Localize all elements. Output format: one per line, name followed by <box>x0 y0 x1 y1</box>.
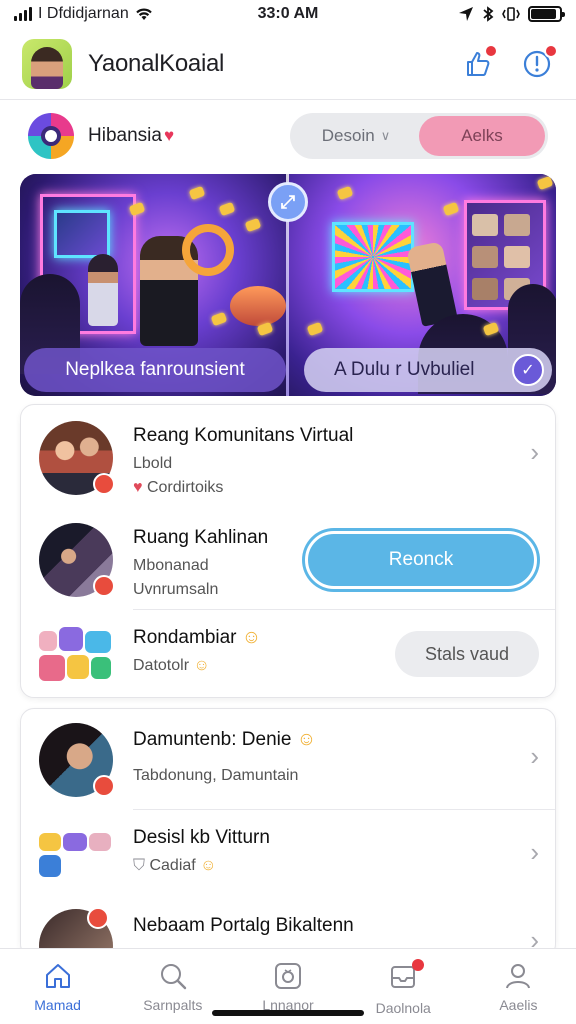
inbox-badge <box>412 959 425 971</box>
swap-button[interactable]: ⤢ <box>268 182 308 222</box>
signal-icon <box>14 7 32 21</box>
space-name: Hibansia <box>88 125 162 146</box>
avatar <box>39 523 115 597</box>
tab-label: Aaelis <box>499 997 538 1013</box>
avatar <box>39 723 115 797</box>
divider <box>133 609 555 610</box>
page-title: YaonalKoaial <box>88 49 225 77</box>
heart-icon: ♥ <box>163 126 175 145</box>
heart-shield-icon: ♥ <box>133 479 143 496</box>
list-item-title-text: Rondambiar <box>133 627 237 648</box>
list-item[interactable]: Damuntenb: Denie ☺ Tabdonung, Damuntain … <box>21 719 557 803</box>
bluetooth-icon <box>483 6 494 22</box>
avatar <box>39 421 115 495</box>
list-item-title: Rondambiar ☺ <box>133 627 261 649</box>
group-avatar-mosaic <box>39 827 119 887</box>
list-item[interactable]: Desisl kb Vitturn ⛉ Cadiaf ☺ › <box>21 819 557 891</box>
live-badge-icon <box>87 907 109 929</box>
list-item[interactable]: Ruang Kahlinan Mbonanad Uvnrumsaln Reonc… <box>21 519 557 601</box>
vibrate-icon <box>502 7 520 21</box>
smile-icon: ☺ <box>296 729 317 750</box>
app-header: YaonalKoaial <box>0 28 576 100</box>
community-list-card-2: Damuntenb: Denie ☺ Tabdonung, Damuntain … <box>20 708 557 983</box>
list-item-meta: Uvnrumsaln <box>133 581 219 598</box>
chevron-right-icon: › <box>530 437 539 467</box>
live-badge-icon <box>93 775 115 797</box>
wifi-icon <box>135 8 152 20</box>
list-item[interactable]: Rondambiar ☺ Datotolr ☺ Stals vaud <box>21 619 557 691</box>
search-icon <box>160 964 186 990</box>
list-item-title: Ruang Kahlinan <box>133 527 269 548</box>
swap-arrows-icon: ⤢ <box>280 191 296 212</box>
ring-icon <box>275 963 301 989</box>
tab-profile[interactable]: Aaelis <box>461 949 576 1024</box>
likes-badge <box>484 43 498 58</box>
person-figure <box>88 254 118 326</box>
notification-badge <box>544 43 558 58</box>
smile-icon: ☺ <box>200 857 217 874</box>
status-button[interactable]: Stals vaud <box>395 631 539 677</box>
space-logo-icon[interactable] <box>28 113 74 159</box>
hero-right-label: A Dulu r Uvbuliel <box>334 359 475 380</box>
likes-button[interactable] <box>460 43 498 81</box>
segment-aelks[interactable]: Aelks <box>419 116 545 156</box>
home-icon <box>45 964 70 988</box>
list-item-subtitle: ⛉ Cadiaf ☺ <box>133 857 270 875</box>
segmented-control: Desoin ∨ Aelks <box>290 113 548 159</box>
live-badge-icon <box>93 575 115 597</box>
list-item-subtitle: Mbonanad <box>133 557 209 574</box>
tab-label: Daolnola <box>375 1000 431 1016</box>
profile-icon <box>506 964 531 989</box>
list-item-subtitle: Lbold <box>133 455 173 472</box>
list-item-title: Damuntenb: Denie ☺ <box>133 729 316 751</box>
hand-with-phone <box>406 241 458 327</box>
tab-home[interactable]: Mamad <box>0 949 115 1024</box>
location-arrow-icon <box>459 7 473 21</box>
community-list-card: Reang Komunitans Virtual Lbold ♥ Cordirt… <box>20 404 556 698</box>
hero-left-chip[interactable]: Neplkea fanrounsient <box>24 348 286 392</box>
list-item-title-text: Damuntenb: Denie <box>133 729 292 750</box>
shield-icon: ⛉ <box>133 857 146 874</box>
carrier-name: I Dfdidjarnan <box>38 5 129 22</box>
list-item-title: Reang Komunitans Virtual <box>133 425 354 446</box>
live-badge-icon <box>93 473 115 495</box>
join-button-label: Reonck <box>388 549 454 570</box>
smile-icon: ☺ <box>241 627 262 648</box>
list-item-subtitle: Datotolr ☺ <box>133 657 261 675</box>
chevron-down-icon: ∨ <box>380 128 391 143</box>
home-indicator <box>212 1010 364 1016</box>
hero-right-chip[interactable]: A Dulu r Uvbuliel ✓ <box>304 348 552 392</box>
list-item-subtitle-text: Cadiaf <box>149 857 196 874</box>
ring-prop <box>182 224 234 276</box>
group-avatar-mosaic <box>39 627 119 687</box>
list-item-subtitle: Tabdonung, Damuntain <box>133 767 299 784</box>
list-item[interactable]: Reang Komunitans Virtual Lbold ♥ Cordirt… <box>21 417 557 499</box>
segment-label: Desoin <box>321 126 375 145</box>
check-icon[interactable]: ✓ <box>512 354 544 386</box>
status-bar: I Dfdidjarnan 33:0 AM <box>0 0 576 28</box>
join-button[interactable]: Reonck <box>305 531 537 589</box>
list-item-meta: ♥ Cordirtoiks <box>133 479 353 497</box>
hero-left-label: Neplkea fanrounsient <box>65 359 245 380</box>
neon-screen <box>332 222 414 292</box>
list-item-subtitle-text: Datotolr <box>133 657 190 674</box>
smile-icon: ☺ <box>193 657 210 674</box>
notifications-button[interactable] <box>520 43 558 81</box>
avatar[interactable] <box>22 38 72 89</box>
divider <box>133 809 555 810</box>
list-item-title: Desisl kb Vitturn <box>133 827 270 848</box>
hero-banner[interactable]: ⤢ Neplkea fanrounsient A Dulu r Uvbuliel… <box>20 174 556 396</box>
list-item-title: Nebaam Portalg Bikaltenn <box>133 915 354 936</box>
tab-label: Sarnpalts <box>143 997 203 1013</box>
chevron-right-icon: › <box>530 741 539 771</box>
segment-label: Aelks <box>461 126 503 145</box>
status-button-label: Stals vaud <box>424 643 510 664</box>
filter-row: Hibansia ♥ Desoin ∨ Aelks <box>0 108 576 164</box>
list-item-meta-text: Cordirtoiks <box>146 479 224 496</box>
tab-label: Mamad <box>34 997 81 1013</box>
segment-desoin[interactable]: Desoin ∨ <box>293 116 419 156</box>
battery-icon <box>528 6 565 22</box>
chevron-right-icon: › <box>530 837 539 867</box>
table-prop <box>230 286 286 326</box>
